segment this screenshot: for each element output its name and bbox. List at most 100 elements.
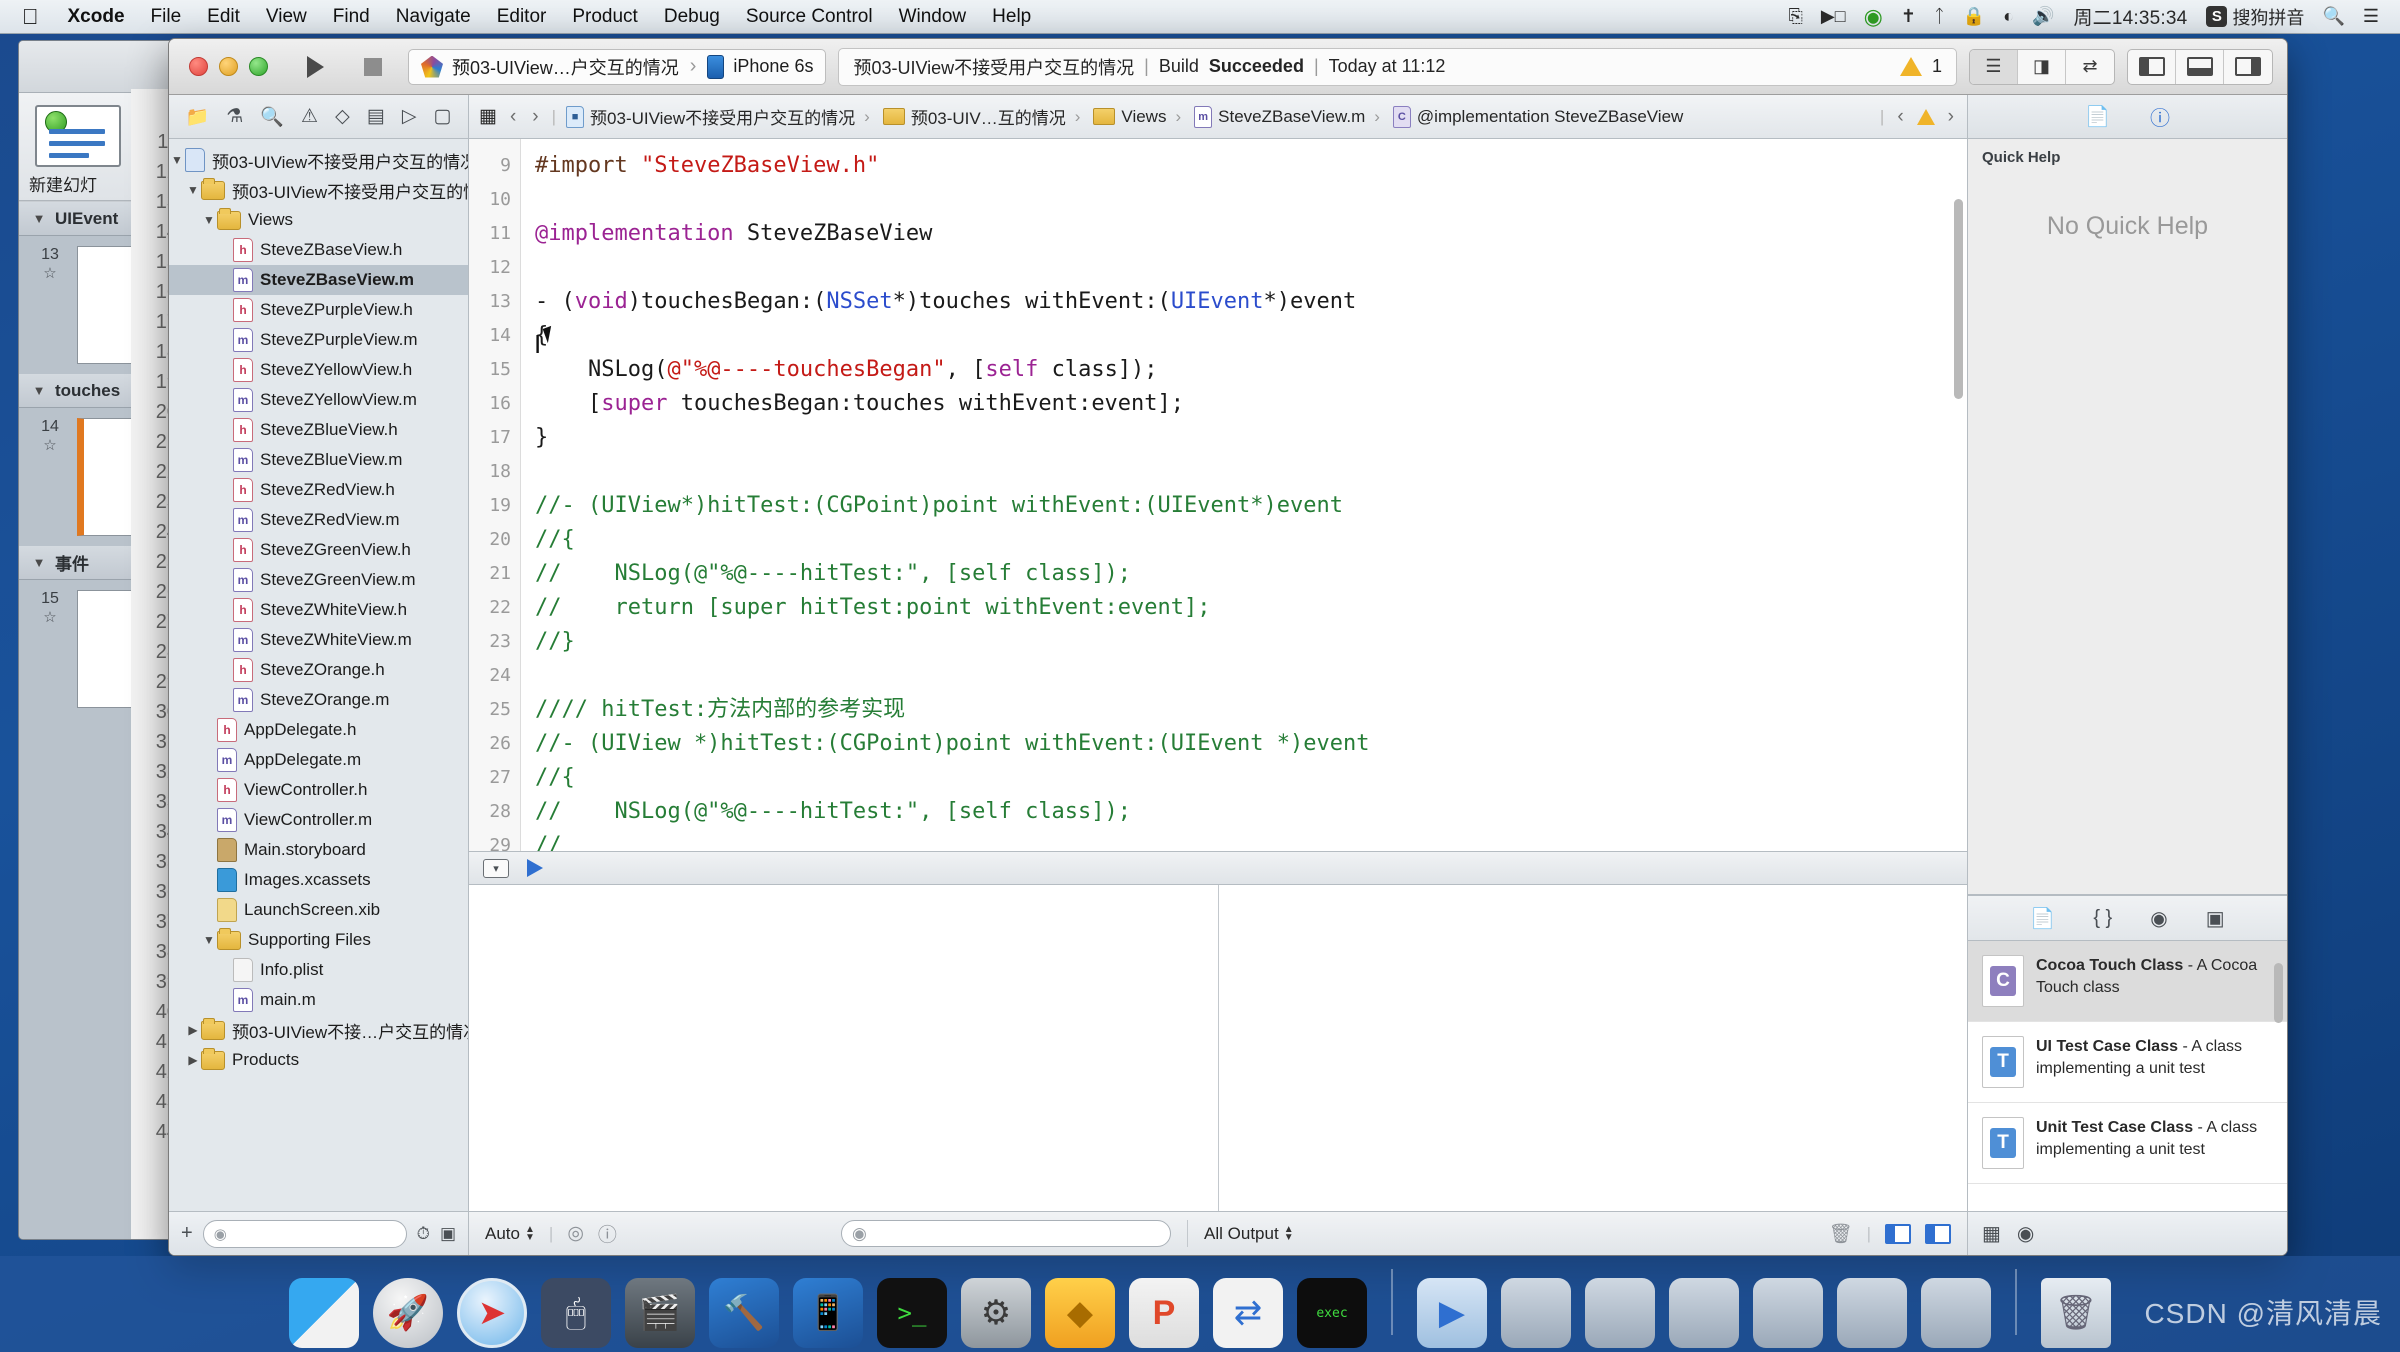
code-line[interactable]: // <box>535 829 1967 851</box>
code-line[interactable]: [super touchesBegan:touches withEvent:ev… <box>535 387 1967 421</box>
dock-item-sync[interactable]: ⇄ <box>1213 1278 1283 1348</box>
chevron-down-icon[interactable]: ▼ <box>169 153 185 167</box>
warning-triangle-icon[interactable] <box>1899 57 1922 76</box>
code-line[interactable] <box>535 251 1967 285</box>
stop-button[interactable] <box>350 50 396 84</box>
chevron-down-icon[interactable]: ▼ <box>201 213 217 227</box>
chevron-right-icon[interactable]: ▶ <box>185 1023 201 1037</box>
menu-item-navigate[interactable]: Navigate <box>383 0 484 34</box>
breadcrumb-item-file[interactable]: m SteveZBaseView.m › <box>1194 105 1383 128</box>
nav-row-20[interactable]: ▼▼▼mAppDelegate.m <box>169 745 468 775</box>
search-icon[interactable]: 🔍 <box>2313 6 2353 27</box>
menu-item-debug[interactable]: Debug <box>651 0 733 34</box>
wifi-icon[interactable]: ◐ <box>1994 6 2023 27</box>
library-list[interactable]: C Cocoa Touch Class - A Cocoa Touch class… <box>1968 941 2287 1211</box>
screen-record-icon[interactable]: ▶□ <box>1812 6 1855 27</box>
dock-item-window-2[interactable] <box>1585 1278 1655 1348</box>
nav-row-26[interactable]: ▼▼▼Supporting Files <box>169 925 468 955</box>
dock-item-exec[interactable]: exec <box>1297 1278 1367 1348</box>
code-line[interactable]: // NSLog(@"%@----hitTest:", [self class]… <box>535 795 1967 829</box>
library-filter-bar[interactable]: ▦ ◉ <box>1968 1211 2287 1255</box>
dock-item-launchpad[interactable]: 🚀 <box>373 1278 443 1348</box>
dock-item-sketch[interactable]: ◆ <box>1045 1278 1115 1348</box>
navigator-selector-bar[interactable]: 📁 ⚗ 🔍 ⚠ ◇ ▤ ▷ ▢ <box>169 95 468 139</box>
code-line[interactable]: { <box>535 319 1967 353</box>
menu-item-edit[interactable]: Edit <box>194 0 253 34</box>
nav-row-19[interactable]: ▼▼▼hAppDelegate.h <box>169 715 468 745</box>
breadcrumb-item-symbol[interactable]: C @implementation SteveZBaseView <box>1392 105 1683 128</box>
zoom-button[interactable] <box>249 57 268 76</box>
run-button[interactable] <box>292 50 338 84</box>
inspector-selector-bar[interactable]: 📄 ⓘ <box>1968 95 2287 139</box>
source-editor[interactable]: 9 10 11 12 13 14 15 16 17 18 19 20 21 22 23 24 25 26 27 28 2… <box>469 139 1967 851</box>
search-navigator-icon[interactable]: 🔍 <box>260 105 284 129</box>
code-line[interactable]: //{ <box>535 761 1967 795</box>
library-item-1[interactable]: T UI Test Case Class - A class implementi… <box>1968 1022 2287 1103</box>
source-code-text[interactable]: #import "SteveZBaseView.h" @implementati… <box>521 139 1967 851</box>
breakpoint-navigator-icon[interactable]: ▷ <box>402 105 417 128</box>
editor-footer-bar[interactable]: ▾ <box>469 851 1967 885</box>
quick-help-inspector-icon[interactable]: ⓘ <box>2150 102 2170 131</box>
breadcrumb-item-views[interactable]: Views › <box>1093 107 1184 127</box>
lock-icon[interactable]: 🔒 <box>1954 6 1994 27</box>
dock-item-window-1[interactable] <box>1501 1278 1571 1348</box>
variables-filter-input[interactable]: ◉ <box>841 1220 1172 1247</box>
navigator-toggle-icon[interactable] <box>2128 49 2176 84</box>
code-line[interactable]: @implementation SteveZBaseView <box>535 217 1967 251</box>
code-line[interactable]: //// hitTest:方法内部的参考实现 <box>535 693 1967 727</box>
dock-item-mouse-app[interactable]: 🖱 <box>541 1278 611 1348</box>
nav-row-0[interactable]: ▼ 预03-UIView不接受用户交互的情况 <box>169 145 468 175</box>
bluetooth-icon[interactable]: ᛏ <box>1925 6 1954 27</box>
dock-item-media-player[interactable]: ▶ <box>1417 1278 1487 1348</box>
nav-row-9[interactable]: ▼▼▼▼hSteveZBlueView.h <box>169 415 468 445</box>
dock-item-quicktime[interactable]: 🎬 <box>625 1278 695 1348</box>
menu-bar-clock[interactable]: 周二14:35:34 <box>2063 3 2197 30</box>
code-line[interactable]: } <box>535 421 1967 455</box>
version-editor-icon[interactable]: ⇄ <box>2066 50 2114 84</box>
dock-item-trash[interactable]: 🗑 <box>2041 1278 2111 1348</box>
minimize-button[interactable] <box>219 57 238 76</box>
nav-row-30[interactable]: ▼▶Products <box>169 1045 468 1075</box>
folder-navigator-icon[interactable]: 📁 <box>186 105 210 129</box>
console-output-select[interactable]: All Output ▲ ▼ <box>1204 1224 1294 1244</box>
menu-item-file[interactable]: File <box>138 0 195 34</box>
test-navigator-icon[interactable]: ◇ <box>335 105 350 128</box>
library-scrollbar[interactable] <box>2274 963 2283 1023</box>
nav-row-8[interactable]: ▼▼▼▼mSteveZYellowView.m <box>169 385 468 415</box>
menu-item-source-control[interactable]: Source Control <box>733 0 886 34</box>
project-navigator-tree[interactable]: ▼ 预03-UIView不接受用户交互的情况 ▼ ▼ 预03-UIView不接受用户交互… <box>169 139 468 1211</box>
code-line[interactable]: //} <box>535 625 1967 659</box>
nav-row-27[interactable]: ▼▼▼▼Info.plist <box>169 955 468 985</box>
window-controls[interactable] <box>183 57 280 76</box>
issue-navigator-icon[interactable]: ⚠ <box>301 105 318 128</box>
nav-row-7[interactable]: ▼▼▼▼hSteveZYellowView.h <box>169 355 468 385</box>
activity-status-view[interactable]: 预03-UIView不接受用户交互的情况 | Build Succeeded |… <box>838 47 1957 86</box>
volume-icon[interactable]: 🔊 <box>2023 6 2063 27</box>
xcode-window[interactable]: 预03-UIView…户交互的情况 › iPhone 6s 预03-UIView… <box>168 38 2288 1256</box>
file-inspector-icon[interactable]: 📄 <box>2085 104 2110 129</box>
code-line[interactable]: //- (UIView*)hitTest:(CGPoint)point with… <box>535 489 1967 523</box>
related-items-icon[interactable]: ▦ <box>479 105 497 128</box>
nav-row-6[interactable]: ▼▼▼▼mSteveZPurpleView.m <box>169 325 468 355</box>
dock-item-window-4[interactable] <box>1753 1278 1823 1348</box>
library-filter-icon[interactable]: ◉ <box>2017 1221 2034 1246</box>
editor-vertical-scrollbar[interactable] <box>1954 199 1963 399</box>
chevron-down-icon[interactable]: ▼ <box>201 933 217 947</box>
nav-row-17[interactable]: ▼▼▼▼hSteveZOrange.h <box>169 655 468 685</box>
scheme-selector[interactable]: 预03-UIView…户交互的情况 › iPhone 6s <box>408 48 827 85</box>
library-item-0[interactable]: C Cocoa Touch Class - A Cocoa Touch class <box>1968 941 2287 1022</box>
code-line[interactable]: //- (UIView *)hitTest:(CGPoint)point wit… <box>535 727 1967 761</box>
dock[interactable]: 🚀 ➤ 🖱 🎬 🔨 📱 >_ ⚙ ◆ P ⇄ exec ▶ 🗑 <box>0 1256 2400 1352</box>
debug-bar-left[interactable]: Auto ▲ ▼ | ◎ ⓘ ◉ <box>469 1220 1189 1247</box>
dock-item-xcode-simulator[interactable]: 📱 <box>793 1278 863 1348</box>
nav-row-11[interactable]: ▼▼▼▼hSteveZRedView.h <box>169 475 468 505</box>
menu-item-help[interactable]: Help <box>979 0 1044 34</box>
navigator-pane[interactable]: 📁 ⚗ 🔍 ⚠ ◇ ▤ ▷ ▢ ▼ 预03-UIView不接受用户交互的情况 ▼ ▼ 预… <box>169 95 469 1255</box>
nav-row-18[interactable]: ▼▼▼▼mSteveZOrange.m <box>169 685 468 715</box>
variables-scope-select[interactable]: Auto ▲ ▼ <box>485 1224 535 1244</box>
debug-navigator-icon[interactable]: ▤ <box>367 105 385 128</box>
file-template-library-icon[interactable]: 📄 <box>2030 906 2055 931</box>
next-issue-icon[interactable]: › <box>1945 106 1957 128</box>
debug-area[interactable]: Auto ▲ ▼ | ◎ ⓘ ◉ All Output ▲ ▼ 🗑 | <box>469 885 1967 1255</box>
chevron-right-icon[interactable]: ▶ <box>185 1053 201 1067</box>
